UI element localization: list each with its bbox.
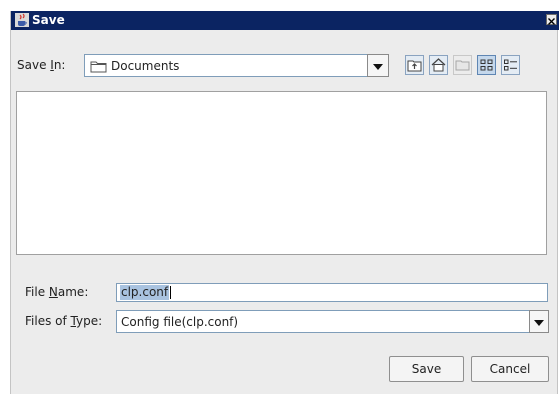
folder-icon xyxy=(90,59,107,76)
file-name-input[interactable]: clp.conf xyxy=(116,283,548,302)
save-button[interactable]: Save xyxy=(389,356,464,382)
save-in-label: Save In: xyxy=(17,58,66,72)
file-name-value: clp.conf xyxy=(120,285,170,300)
file-list-pane[interactable] xyxy=(16,91,547,255)
file-type-value: Config file(clp.conf) xyxy=(121,315,239,329)
new-folder-button[interactable] xyxy=(453,55,472,75)
chevron-down-icon xyxy=(534,319,544,326)
up-one-level-icon xyxy=(405,55,424,75)
home-button[interactable] xyxy=(429,55,448,75)
new-folder-icon xyxy=(453,55,472,75)
list-view-icon xyxy=(477,55,496,75)
text-caret xyxy=(170,286,171,299)
details-view-button[interactable] xyxy=(501,55,520,75)
save-in-dropdown-button[interactable] xyxy=(367,54,389,77)
up-one-level-button[interactable] xyxy=(405,55,424,75)
java-coffee-cup-icon xyxy=(15,13,29,27)
close-button[interactable] xyxy=(546,14,557,25)
file-type-dropdown-button[interactable] xyxy=(529,310,549,333)
title-bar[interactable]: Save xyxy=(11,11,559,30)
dialog-title: Save xyxy=(32,13,65,27)
cancel-button[interactable]: Cancel xyxy=(471,356,549,382)
home-icon xyxy=(429,55,448,75)
chevron-down-icon xyxy=(373,63,383,70)
save-in-combo[interactable]: Documents xyxy=(84,54,371,77)
file-type-combo[interactable]: Config file(clp.conf) xyxy=(116,310,533,333)
file-type-label: Files of Type: xyxy=(25,314,103,328)
save-in-value: Documents xyxy=(111,59,180,73)
close-x-icon xyxy=(548,18,555,25)
details-view-icon xyxy=(501,55,520,75)
list-view-button[interactable] xyxy=(477,55,496,75)
file-name-label: File Name: xyxy=(25,285,89,299)
